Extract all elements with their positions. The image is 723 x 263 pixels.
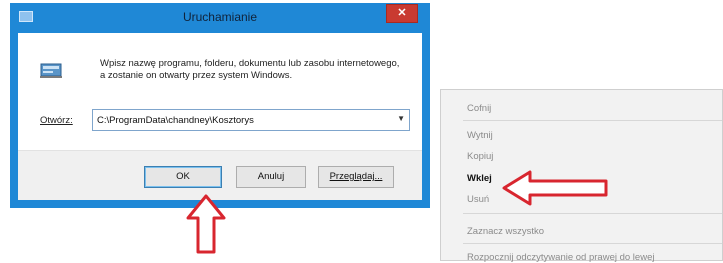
close-button[interactable]: ✕ xyxy=(386,4,418,23)
dialog-title: Uruchamianie xyxy=(182,10,258,24)
title-bar[interactable]: Uruchamianie ✕ xyxy=(10,3,430,33)
dialog-body: Wpisz nazwę programu, folderu, dokumentu… xyxy=(18,33,422,200)
menu-item-select-all[interactable]: Zaznacz wszystko xyxy=(467,226,544,237)
ok-button[interactable]: OK xyxy=(144,166,222,188)
menu-item-rtl-reading[interactable]: Rozpocznij odczytywanie od prawej do lew… xyxy=(467,252,654,263)
menu-separator xyxy=(463,120,722,121)
red-up-arrow xyxy=(186,194,226,254)
open-input[interactable] xyxy=(97,112,387,128)
run-program-icon xyxy=(40,63,62,78)
menu-separator xyxy=(463,243,722,244)
menu-item-undo[interactable]: Cofnij xyxy=(467,103,491,114)
chevron-down-icon[interactable]: ▼ xyxy=(397,114,405,123)
menu-item-paste[interactable]: Wklej xyxy=(467,173,492,184)
run-dialog: Uruchamianie ✕ Wpisz nazwę programu, fol… xyxy=(10,3,430,208)
menu-item-cut[interactable]: Wytnij xyxy=(467,130,493,141)
menu-separator xyxy=(463,213,722,214)
dialog-description: Wpisz nazwę programu, folderu, dokumentu… xyxy=(100,58,400,81)
cancel-button[interactable]: Anuluj xyxy=(236,166,306,188)
red-left-arrow xyxy=(502,170,608,206)
browse-button[interactable]: Przeglądaj... xyxy=(318,166,394,188)
menu-item-copy[interactable]: Kopiuj xyxy=(467,151,493,162)
open-combobox[interactable]: ▼ xyxy=(92,109,410,131)
open-label: Otwórz: xyxy=(40,115,73,126)
menu-item-delete[interactable]: Usuń xyxy=(467,194,489,205)
